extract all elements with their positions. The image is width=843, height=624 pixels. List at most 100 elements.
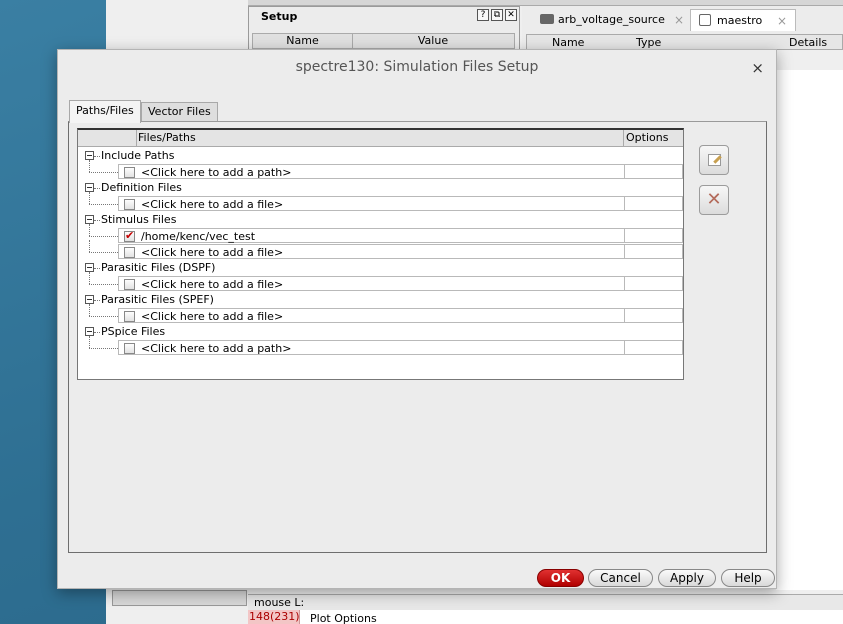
enable-checkbox[interactable] — [124, 279, 135, 290]
options-cell[interactable] — [624, 196, 683, 211]
group-stimulus-files[interactable]: Stimulus Files — [78, 212, 683, 228]
setup-close-button[interactable]: ✕ — [505, 9, 517, 21]
path-text[interactable]: <Click here to add a file> — [141, 310, 283, 323]
enable-checkbox[interactable] — [124, 229, 135, 242]
collapse-icon[interactable] — [85, 215, 94, 224]
setup-panel-title: Setup — [261, 10, 298, 23]
files-tree: Files/Paths Options Include Paths <Click… — [77, 128, 684, 380]
list-item[interactable]: /home/kenc/vec_test — [78, 224, 683, 244]
enable-checkbox[interactable] — [124, 343, 135, 354]
list-item[interactable]: <Click here to add a file> — [78, 272, 683, 292]
group-include-paths[interactable]: Include Paths — [78, 148, 683, 164]
path-text[interactable]: /home/kenc/vec_test — [141, 230, 255, 243]
collapse-icon[interactable] — [85, 263, 94, 272]
tree-header: Files/Paths Options — [78, 130, 683, 147]
collapse-icon[interactable] — [85, 151, 94, 160]
setup-col-name: Name — [253, 34, 353, 48]
enable-checkbox[interactable] — [124, 167, 135, 178]
results-table-header: Name Type Details — [526, 34, 843, 50]
dialog-title: spectre130: Simulation Files Setup — [295, 59, 539, 75]
path-cell[interactable]: /home/kenc/vec_test — [118, 228, 624, 243]
tab-close-icon[interactable]: × — [777, 10, 787, 32]
tab-label: arb_voltage_source — [558, 13, 665, 26]
help-button[interactable]: Help — [721, 569, 775, 587]
group-label: Parasitic Files (DSPF) — [101, 261, 216, 274]
group-parasitic-dspf[interactable]: Parasitic Files (DSPF) — [78, 260, 683, 276]
maestro-icon — [699, 14, 711, 26]
path-cell[interactable]: <Click here to add a file> — [118, 276, 624, 291]
results-col-type: Type — [636, 36, 662, 49]
group-pspice-files[interactable]: PSpice Files — [78, 324, 683, 340]
results-col-name: Name — [552, 36, 585, 49]
setup-table-header: Name Value — [252, 33, 515, 49]
delete-icon: ✕ — [706, 189, 722, 210]
dialog-titlebar[interactable]: spectre130: Simulation Files Setup × — [58, 50, 776, 86]
setup-float-button[interactable]: ⧉ — [491, 9, 503, 21]
enable-checkbox[interactable] — [124, 199, 135, 210]
group-label: Include Paths — [101, 149, 175, 162]
path-text[interactable]: <Click here to add a file> — [141, 198, 283, 211]
enable-checkbox[interactable] — [124, 311, 135, 322]
path-cell[interactable]: <Click here to add a file> — [118, 244, 624, 259]
log-row: 148(231) Plot Options — [248, 610, 843, 624]
collapse-icon[interactable] — [85, 183, 94, 192]
paths-files-page: Files/Paths Options Include Paths <Click… — [68, 121, 767, 553]
cancel-button[interactable]: Cancel — [588, 569, 653, 587]
ok-button[interactable]: OK — [537, 569, 584, 587]
tab-label: maestro — [717, 14, 763, 27]
group-parasitic-spef[interactable]: Parasitic Files (SPEF) — [78, 292, 683, 308]
setup-help-button[interactable]: ? — [477, 9, 489, 21]
group-label: Parasitic Files (SPEF) — [101, 293, 214, 306]
options-cell[interactable] — [624, 308, 683, 323]
results-area — [776, 70, 843, 590]
group-label: Definition Files — [101, 181, 182, 194]
tab-arb-voltage-source[interactable]: arb_voltage_source × — [528, 9, 688, 31]
tab-close-icon[interactable]: × — [674, 9, 684, 31]
dialog-close-icon[interactable]: × — [751, 59, 764, 77]
plot-options-label: Plot Options — [310, 612, 377, 624]
group-label: Stimulus Files — [101, 213, 177, 226]
path-cell[interactable]: <Click here to add a path> — [118, 340, 624, 355]
options-cell[interactable] — [624, 276, 683, 291]
path-cell[interactable]: <Click here to add a path> — [118, 164, 624, 179]
schematic-icon — [540, 14, 554, 24]
enable-checkbox[interactable] — [124, 247, 135, 258]
group-label: PSpice Files — [101, 325, 166, 338]
col-files-paths: Files/Paths — [138, 131, 196, 144]
list-item[interactable]: <Click here to add a path> — [78, 336, 683, 356]
simulation-files-dialog: spectre130: Simulation Files Setup × Pat… — [57, 49, 777, 589]
list-item[interactable]: <Click here to add a file> — [78, 192, 683, 212]
tab-vector-files[interactable]: Vector Files — [141, 102, 218, 122]
options-cell[interactable] — [624, 228, 683, 243]
results-col-details: Details — [789, 36, 828, 49]
path-text[interactable]: <Click here to add a path> — [141, 342, 291, 355]
setup-col-value: Value — [417, 34, 449, 47]
path-text[interactable]: <Click here to add a path> — [141, 166, 291, 179]
path-text[interactable]: <Click here to add a file> — [141, 246, 283, 259]
options-cell[interactable] — [624, 244, 683, 259]
list-item[interactable]: <Click here to add a file> — [78, 240, 683, 260]
list-item[interactable]: <Click here to add a file> — [78, 304, 683, 324]
apply-button[interactable]: Apply — [658, 569, 716, 587]
group-definition-files[interactable]: Definition Files — [78, 180, 683, 196]
tab-maestro[interactable]: maestro × — [690, 9, 796, 31]
edit-button[interactable] — [699, 145, 729, 175]
path-cell[interactable]: <Click here to add a file> — [118, 308, 624, 323]
command-counter: 148(231) — [248, 610, 300, 624]
path-cell[interactable]: <Click here to add a file> — [118, 196, 624, 211]
edit-icon — [708, 154, 721, 166]
editor-tabs-area: arb_voltage_source × maestro × Name Type… — [522, 6, 843, 50]
horizontal-scrollbar[interactable] — [112, 590, 247, 606]
tab-paths-files[interactable]: Paths/Files — [69, 100, 141, 123]
collapse-icon[interactable] — [85, 327, 94, 336]
tree-header-spacer — [78, 130, 137, 147]
collapse-icon[interactable] — [85, 295, 94, 304]
col-options: Options — [623, 130, 683, 147]
setup-panel: Setup ? ⧉ ✕ Name Value — [248, 6, 520, 50]
options-cell[interactable] — [624, 340, 683, 355]
options-cell[interactable] — [624, 164, 683, 179]
list-item[interactable]: <Click here to add a path> — [78, 160, 683, 180]
delete-button[interactable]: ✕ — [699, 185, 729, 215]
status-bar: mouse L: — [248, 594, 843, 610]
path-text[interactable]: <Click here to add a file> — [141, 278, 283, 291]
